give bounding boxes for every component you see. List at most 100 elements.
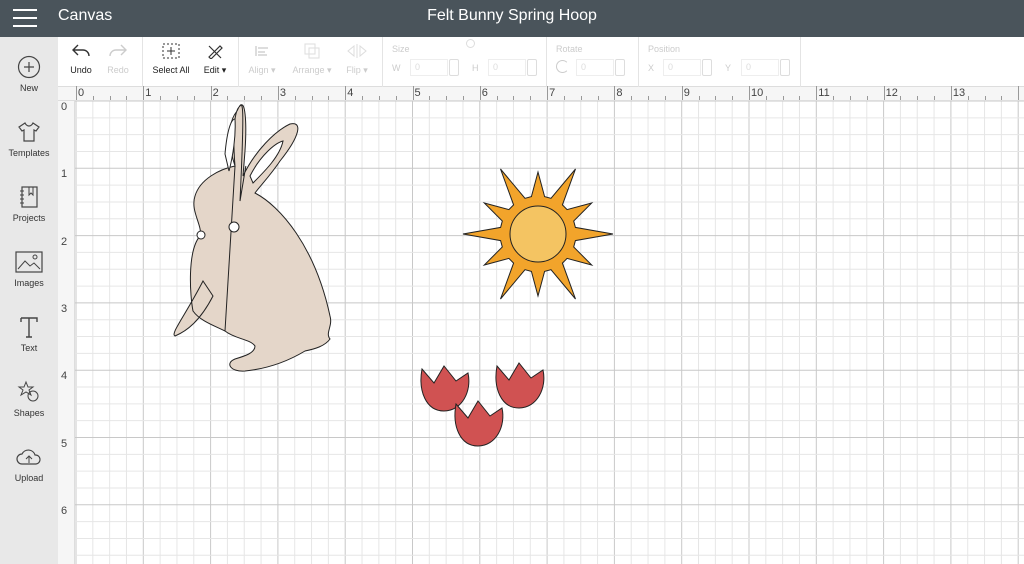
ruler-label: 7 [549,87,556,99]
sidebar-item-upload[interactable]: Upload [0,445,58,483]
flip-icon [347,44,367,58]
select-all-label: Select All [152,65,190,75]
undo-icon [72,44,90,57]
ruler-tick [614,86,616,100]
redo-label: Redo [107,65,129,75]
ruler-tick [849,96,851,100]
pencil-ruler-icon [208,45,223,59]
ruler-label: 5 [61,437,68,450]
design-canvas[interactable] [75,101,1024,564]
ruler-tick [749,86,750,100]
y-input[interactable]: 0 [741,59,779,76]
ruler-label: 13 [952,87,966,99]
ruler-tick [1001,96,1003,100]
align-dropdown[interactable]: Align ▾ [244,37,280,87]
select-all-button[interactable]: Select All [148,37,194,87]
ruler-tick [866,96,868,100]
rotate-label: Rotate [556,44,583,54]
ruler-tick [479,86,481,100]
ruler-tick [210,86,212,100]
ruler-label: 10 [751,87,764,99]
width-stepper[interactable] [449,59,459,76]
ruler-label: 2 [212,87,219,99]
ruler-horizontal: 0 1 2 3 4 5 6 7 8 9 10 11 12 13 [58,86,1024,101]
undo-label: Undo [70,65,92,75]
redo-button[interactable]: Redo [100,37,136,87]
ruler-label: 1 [145,87,152,99]
tulip [454,400,504,447]
sidebar-item-templates[interactable]: Templates [0,120,58,158]
lock-icon[interactable] [466,39,475,48]
sidebar-item-new[interactable]: New [0,55,58,93]
ruler-tick [530,96,532,100]
ruler-tick [345,86,347,100]
ruler-tick [900,96,902,100]
ruler-tick [176,96,178,100]
redo-icon [109,44,127,57]
ruler-tick [580,96,582,100]
height-input[interactable]: 0 [488,59,526,76]
sidebar-label: Images [14,278,44,288]
tulip-shape[interactable] [420,362,545,447]
ruler-tick [631,96,633,100]
ruler-tick [126,96,128,100]
ruler-tick [412,86,414,100]
ruler-label: 5 [414,87,421,99]
arrange-dropdown[interactable]: Arrange ▾ [288,37,336,87]
ruler-tick [261,96,263,100]
rotate-input[interactable]: 0 [576,59,614,76]
select-all-icon [162,43,180,59]
y-stepper[interactable] [780,59,790,76]
undo-button[interactable]: Undo [62,37,100,87]
bunny-shape[interactable] [173,104,332,372]
flip-dropdown[interactable]: Flip ▾ [342,37,372,87]
sun-center [509,205,567,263]
ruler-tick [732,96,734,100]
sidebar-label: Templates [8,148,50,158]
ruler-tick [378,96,380,100]
sidebar-item-text[interactable]: Text [0,315,58,353]
ruler-tick [328,96,330,100]
ruler-tick [715,96,717,100]
ruler-tick [547,86,549,100]
ruler-tick [395,96,397,100]
ruler-tick [294,96,296,100]
ruler-tick [513,96,515,100]
ruler-tick [917,96,919,100]
ruler-tick [429,96,431,100]
height-stepper[interactable] [527,59,537,76]
height-label: H [472,63,479,73]
width-input[interactable]: 0 [410,59,448,76]
width-label: W [392,63,401,73]
ruler-tick [446,96,448,100]
ruler-label: 0 [61,101,68,113]
ruler-tick [765,96,767,100]
sun-shape[interactable] [462,168,614,300]
ruler-tick [563,96,565,100]
align-label: Align [248,65,269,75]
ruler-label: 2 [61,235,68,248]
ruler-label: 4 [61,370,68,383]
rotate-icon [556,60,569,73]
ruler-tick [681,86,683,100]
rotate-stepper[interactable] [615,59,625,76]
ruler-tick [950,86,952,100]
ruler-label: 8 [616,87,623,99]
ruler-tick [277,86,279,100]
edit-dropdown[interactable]: Edit ▾ [198,37,232,87]
sidebar-label: Upload [14,473,44,483]
sidebar-item-shapes[interactable]: Shapes [0,380,58,418]
ruler-tick [984,96,986,100]
x-stepper[interactable] [702,59,712,76]
ruler-tick [311,96,313,100]
x-input[interactable]: 0 [663,59,701,76]
sidebar-item-images[interactable]: Images [0,250,58,288]
ruler-tick [193,96,195,100]
shapes-icon [17,380,39,402]
sidebar-item-projects[interactable]: Projects [0,185,58,223]
align-icon [255,46,268,56]
toolbar: Undo Redo Select All Edit ▾ Align ▾ Arra… [58,37,1024,87]
ruler-tick [109,96,111,100]
ruler-label: 0 [78,87,85,99]
ruler-tick [664,96,666,100]
